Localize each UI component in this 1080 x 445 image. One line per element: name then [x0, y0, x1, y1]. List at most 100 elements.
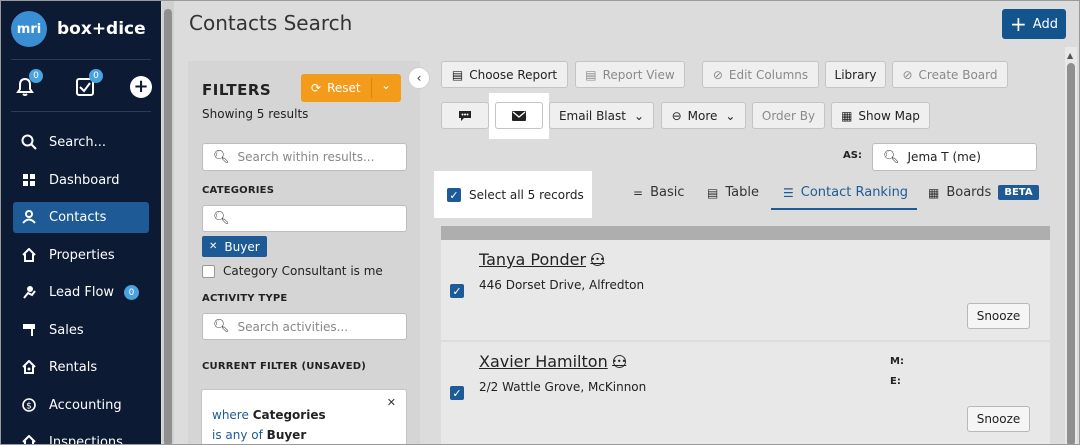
show-map-label: Show Map — [858, 108, 920, 123]
sidebar-item-sales[interactable]: Sales — [13, 315, 149, 346]
more-dropdown[interactable]: ⊖ More ⌄ — [661, 102, 746, 129]
tasks-button[interactable]: 0 — [73, 69, 103, 99]
edit-columns-button[interactable]: ⊘ Edit Columns — [702, 61, 819, 88]
envelope-icon — [512, 110, 526, 121]
sidebar-item-accounting[interactable]: $ Accounting — [13, 390, 149, 421]
chevron-down-icon: ⌄ — [725, 108, 736, 123]
snooze-button[interactable]: Snooze — [967, 303, 1030, 329]
contacts-icon — [21, 209, 37, 225]
sidebar-item-lead-flow[interactable]: Lead Flow 0 — [13, 277, 149, 308]
filter-operator: is any of — [212, 428, 263, 442]
contact-address: 446 Dorset Drive, Alfredton — [479, 278, 645, 292]
report-icon: ▤ — [585, 67, 597, 82]
lead-flow-icon — [21, 284, 37, 300]
filter-value: Buyer — [266, 428, 307, 442]
activity-search-input[interactable]: 🔍︎ Search activities... — [202, 313, 407, 340]
collapse-filters-button[interactable]: ‹ — [408, 67, 430, 89]
notifications-button[interactable]: 0 — [13, 69, 43, 99]
search-within-results-input[interactable]: 🔍︎ Search within results... — [202, 143, 407, 171]
sidebar-item-label: Properties — [49, 247, 115, 263]
page-title: Contacts Search — [189, 11, 353, 35]
contact-name: Tanya Ponder — [479, 250, 587, 269]
categories-search-input[interactable]: 🔍︎ — [202, 205, 407, 232]
plus-icon: + — [1010, 12, 1027, 36]
quick-add-button[interactable]: + — [129, 75, 153, 99]
order-by-label: Order By — [761, 108, 816, 123]
sidebar-item-inspections[interactable]: Inspections — [13, 427, 149, 445]
sms-button[interactable] — [441, 102, 489, 129]
contact-name-link[interactable]: Xavier Hamilton ••• — [479, 352, 626, 371]
active-tab-indicator — [771, 208, 917, 210]
tab-basic[interactable]: = Basic — [633, 185, 684, 200]
sidebar-scrollbar[interactable] — [162, 1, 174, 444]
results-header-bar — [441, 226, 1050, 240]
sales-icon — [21, 322, 37, 338]
sidebar-item-properties[interactable]: Properties — [13, 240, 149, 271]
scroll-up-icon[interactable]: ▲ — [1067, 51, 1073, 60]
home-icon — [21, 247, 37, 263]
category-consultant-checkbox-row[interactable]: Category Consultant is me — [202, 264, 383, 278]
filter-condition-line: where Categories — [212, 408, 326, 422]
category-chip-buyer[interactable]: ✕ Buyer — [202, 236, 267, 257]
create-board-button[interactable]: ⊘ Create Board — [892, 61, 1008, 88]
sidebar-nav: Search... Dashboard Contacts Properties … — [1, 127, 161, 445]
sidebar-item-search[interactable]: Search... — [13, 127, 149, 158]
filters-panel: FILTERS ⟳ Reset ⌄ Showing 5 results 🔍︎ S… — [188, 61, 420, 444]
sidebar-item-dashboard[interactable]: Dashboard — [13, 165, 149, 196]
select-all-checkbox[interactable]: ✓ — [447, 188, 461, 202]
add-button[interactable]: + Add — [1002, 9, 1066, 39]
chevron-left-icon: ‹ — [416, 71, 422, 85]
sidebar-item-label: Search... — [49, 135, 107, 150]
contact-name-link[interactable]: Tanya Ponder ••• — [479, 250, 605, 269]
contact-checkbox[interactable]: ✓ — [450, 386, 464, 400]
main-scrollbar-thumb[interactable] — [1067, 63, 1075, 444]
search-icon — [21, 134, 37, 150]
email-label: E: — [890, 376, 901, 387]
sidebar-scrollbar-thumb[interactable] — [164, 9, 172, 444]
sidebar-item-label: Dashboard — [49, 172, 120, 188]
tab-boards[interactable]: ▦ Boards BETA — [928, 185, 1039, 200]
assigned-as-select[interactable]: 🔍︎ Jema T (me) — [872, 143, 1037, 171]
reset-button[interactable]: ⟳ Reset ⌄ — [301, 74, 401, 102]
tab-table[interactable]: ▤ Table — [707, 185, 759, 200]
library-label: Library — [834, 67, 877, 82]
library-button[interactable]: Library — [825, 61, 886, 88]
svg-text:$: $ — [26, 401, 32, 411]
close-icon[interactable]: ✕ — [209, 241, 217, 252]
choose-report-button[interactable]: ▤ Choose Report — [441, 61, 568, 88]
contact-card: Xavier Hamilton ••• 2/2 Wattle Grove, Mc… — [441, 342, 1050, 444]
more-options-icon[interactable]: ••• — [612, 355, 626, 368]
more-options-icon[interactable]: ••• — [590, 253, 605, 266]
chevron-down-icon[interactable]: ⌄ — [381, 78, 391, 92]
report-view-label: Report View — [602, 67, 675, 82]
email-button[interactable] — [495, 102, 543, 129]
select-all-label: Select all 5 records — [469, 188, 584, 202]
snooze-button[interactable]: Snooze — [967, 406, 1030, 432]
select-all-row[interactable]: ✓ Select all 5 records — [447, 188, 584, 202]
category-consultant-checkbox[interactable] — [202, 264, 215, 278]
tab-table-label: Table — [725, 185, 759, 200]
equals-icon: = — [633, 185, 644, 200]
main-scrollbar[interactable]: ▲ — [1065, 47, 1077, 444]
lead-flow-badge: 0 — [124, 285, 140, 300]
close-icon[interactable]: ✕ — [387, 396, 396, 409]
sidebar-item-rentals[interactable]: Rentals — [13, 352, 149, 383]
report-view-button[interactable]: ▤ Report View — [575, 61, 685, 88]
sidebar-item-contacts[interactable]: Contacts — [13, 202, 149, 233]
more-dots-icon: ⊖ — [671, 108, 682, 123]
brand[interactable]: mri box+dice — [11, 11, 146, 47]
reset-button-label: Reset — [327, 81, 361, 95]
contact-checkbox[interactable]: ✓ — [450, 284, 464, 298]
order-by-button[interactable]: Order By — [752, 102, 825, 129]
edit-icon: ⊘ — [902, 67, 913, 82]
email-blast-dropdown[interactable]: Email Blast ⌄ — [549, 102, 654, 129]
sidebar-item-label: Inspections — [49, 435, 123, 445]
snooze-label: Snooze — [976, 412, 1021, 426]
report-icon: ▤ — [451, 67, 464, 82]
add-button-label: Add — [1032, 16, 1058, 32]
show-map-button[interactable]: ▦ Show Map — [831, 102, 930, 129]
rentals-icon — [21, 359, 37, 375]
tab-contact-ranking-label: Contact Ranking — [800, 185, 909, 200]
reset-icon: ⟳ — [311, 81, 322, 95]
tab-contact-ranking[interactable]: ☰ Contact Ranking — [783, 185, 908, 200]
